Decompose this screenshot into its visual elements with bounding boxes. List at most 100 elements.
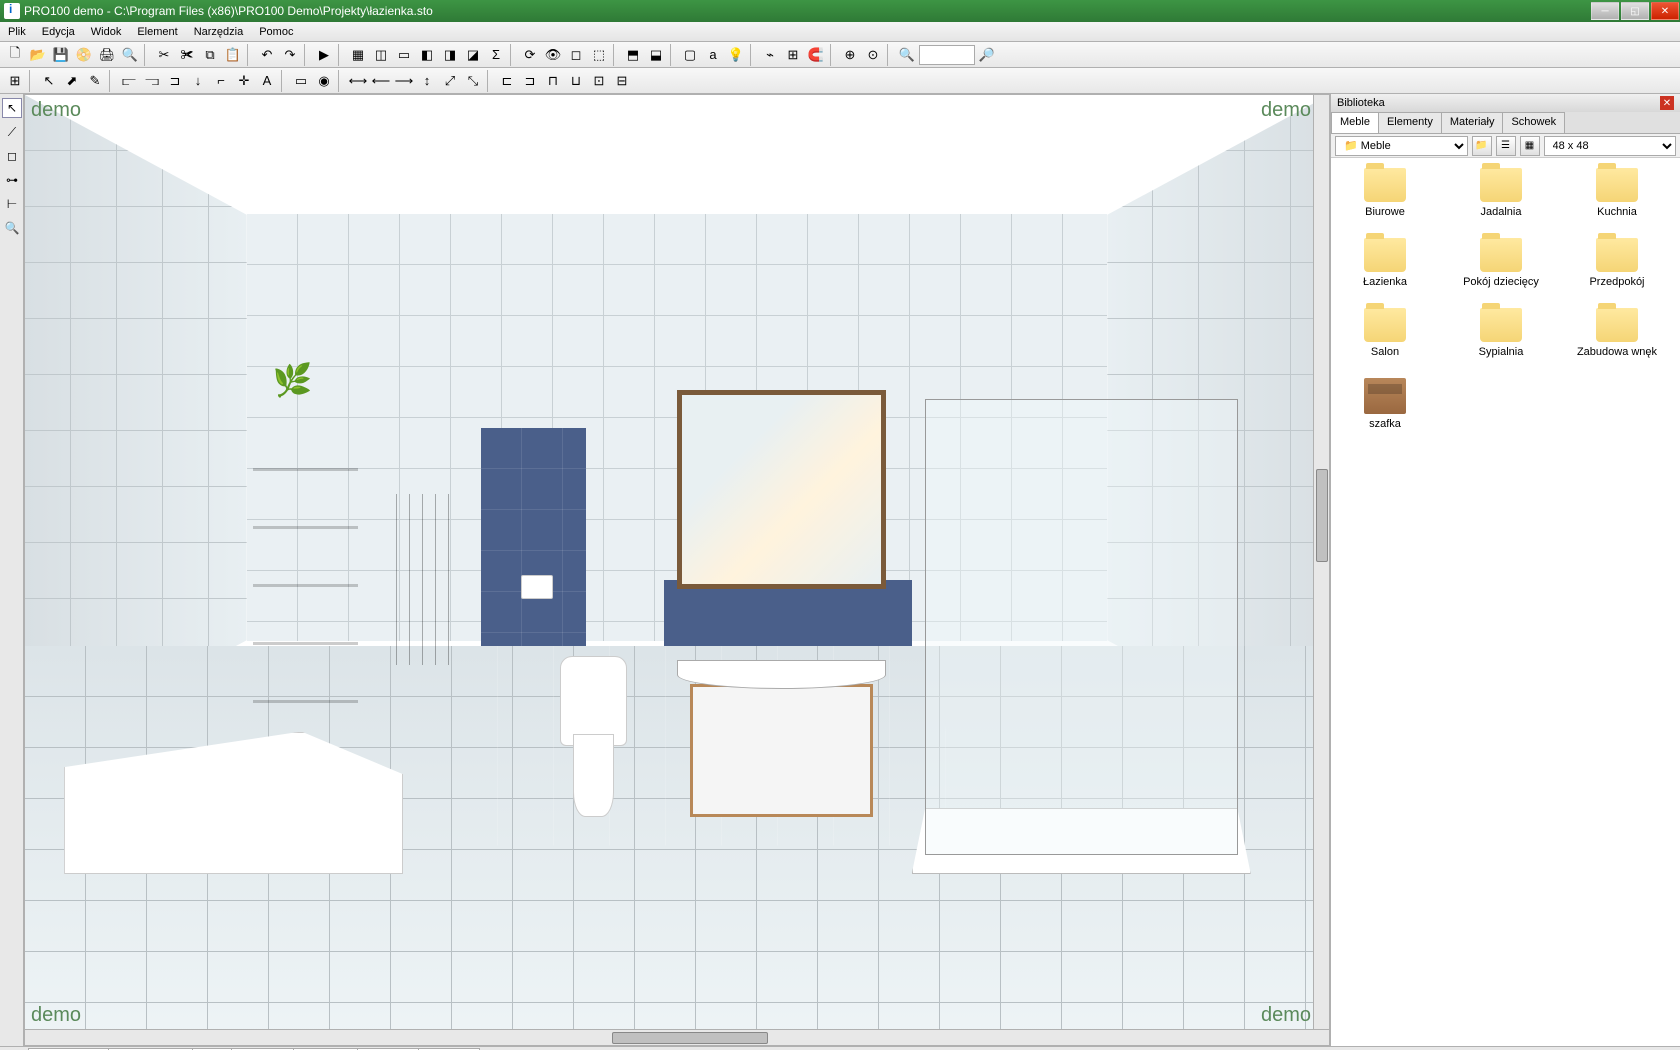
library-item-łazienka[interactable]: Łazienka [1341, 238, 1429, 288]
library-tab-meble[interactable]: Meble [1331, 112, 1379, 133]
cut-icon[interactable]: ✂ [153, 44, 175, 66]
redo-icon[interactable]: ↷ [279, 44, 301, 66]
textbox-icon[interactable]: ▢ [679, 44, 701, 66]
dim1-icon[interactable]: ⟷ [347, 70, 369, 92]
layers-icon[interactable]: ⬒ [622, 44, 644, 66]
link-icon[interactable]: ⊶ [2, 170, 22, 190]
dim3-icon[interactable]: ⟶ [393, 70, 415, 92]
group4-icon[interactable]: ⊔ [565, 70, 587, 92]
panel-left-icon[interactable]: ◧ [416, 44, 438, 66]
table-icon[interactable]: ⊞ [782, 44, 804, 66]
library-item-kuchnia[interactable]: Kuchnia [1573, 168, 1661, 218]
library-item-salon[interactable]: Salon [1341, 308, 1429, 358]
menu-pomoc[interactable]: Pomoc [251, 23, 301, 41]
corner-icon[interactable]: ⌐ [210, 70, 232, 92]
library-item-zabudowa-wnęk[interactable]: Zabudowa wnęk [1573, 308, 1661, 358]
zoom-icon[interactable]: 🔍 [2, 218, 22, 238]
zoom-in-icon[interactable]: 🔎 [976, 44, 998, 66]
library-tab-materiały[interactable]: Materiały [1441, 112, 1504, 133]
copy-icon[interactable]: ⧉ [199, 44, 221, 66]
close-button[interactable]: ✕ [1651, 2, 1679, 20]
dim4-icon[interactable]: ↕ [416, 70, 438, 92]
scissors-icon[interactable]: ✀ [176, 44, 198, 66]
panel-toggle-icon[interactable]: ◪ [462, 44, 484, 66]
library-item-jadalnia[interactable]: Jadalnia [1457, 168, 1545, 218]
pointer-icon[interactable]: ↖ [2, 98, 22, 118]
group6-icon[interactable]: ⊟ [611, 70, 633, 92]
group2-icon[interactable]: ⊐ [519, 70, 541, 92]
group1-icon[interactable]: ⊏ [496, 70, 518, 92]
layout2-icon[interactable]: ▭ [393, 44, 415, 66]
library-item-szafka[interactable]: szafka [1341, 378, 1429, 430]
group3-icon[interactable]: ⊓ [542, 70, 564, 92]
library-item-przedpokój[interactable]: Przedpokój [1573, 238, 1661, 288]
target-icon[interactable]: ⊙ [862, 44, 884, 66]
save-as-icon[interactable]: 📀 [73, 44, 95, 66]
menu-widok[interactable]: Widok [83, 23, 130, 41]
document-new-icon[interactable]: 🗋 [4, 44, 26, 66]
cube-icon[interactable]: ⬚ [588, 44, 610, 66]
minimize-button[interactable]: ─ [1591, 2, 1619, 20]
menu-plik[interactable]: Plik [0, 23, 34, 41]
folder-open-icon[interactable]: 📂 [27, 44, 49, 66]
grid-icon[interactable]: ▦ [347, 44, 369, 66]
snap-icon[interactable]: 🧲 [805, 44, 827, 66]
rect-icon[interactable]: ▭ [290, 70, 312, 92]
library-tab-elementy[interactable]: Elementy [1378, 112, 1442, 133]
paste-icon[interactable]: 📋 [222, 44, 244, 66]
ruler-icon[interactable]: ⟋ [2, 122, 22, 142]
folder-up-button[interactable]: 📁 [1472, 136, 1492, 156]
library-item-sypialnia[interactable]: Sypialnia [1457, 308, 1545, 358]
grid-snap-icon[interactable]: ⊞ [4, 70, 26, 92]
pointer-icon[interactable]: ⬈ [61, 70, 83, 92]
box-icon[interactable]: ◻ [565, 44, 587, 66]
panel-right-icon[interactable]: ◨ [439, 44, 461, 66]
edit-icon[interactable]: ✎ [84, 70, 106, 92]
menu-element[interactable]: Element [129, 23, 185, 41]
text-a-icon[interactable]: A [256, 70, 278, 92]
cursor-icon[interactable]: ↖ [38, 70, 60, 92]
align-right-icon[interactable]: ⊐ [164, 70, 186, 92]
library-tab-schowek[interactable]: Schowek [1502, 112, 1565, 133]
refresh-icon[interactable]: ⟳ [519, 44, 541, 66]
action-icon[interactable]: ▶ [313, 44, 335, 66]
dim2-icon[interactable]: ⟵ [370, 70, 392, 92]
globe-icon[interactable]: ⊕ [839, 44, 861, 66]
library-item-biurowe[interactable]: Biurowe [1341, 168, 1429, 218]
vertical-scrollbar[interactable] [1313, 95, 1329, 1029]
thumbnail-size-select[interactable]: 48 x 48 [1544, 136, 1677, 156]
plus-icon[interactable]: ✛ [233, 70, 255, 92]
dim6-icon[interactable]: ⤡ [462, 70, 484, 92]
view-grid-button[interactable]: ▦ [1520, 136, 1540, 156]
zoom-input[interactable] [919, 45, 975, 65]
align-left-icon[interactable]: ⫍ [118, 70, 140, 92]
align-center-icon[interactable]: ⫎ [141, 70, 163, 92]
library-close-button[interactable]: ✕ [1660, 96, 1674, 110]
print-preview-icon[interactable]: 🔍 [119, 44, 141, 66]
view-list-button[interactable]: ☰ [1496, 136, 1516, 156]
chart-icon[interactable]: ⌁ [759, 44, 781, 66]
undo-icon[interactable]: ↶ [256, 44, 278, 66]
layers2-icon[interactable]: ⬓ [645, 44, 667, 66]
box-icon[interactable]: ◻ [2, 146, 22, 166]
segment-icon[interactable]: ⊢ [2, 194, 22, 214]
library-path-select[interactable]: 📁 Meble [1335, 136, 1468, 156]
save-icon[interactable]: 💾 [50, 44, 72, 66]
text-icon[interactable]: a [702, 44, 724, 66]
zoom-out-icon[interactable]: 🔍 [896, 44, 918, 66]
horizontal-scrollbar[interactable] [25, 1029, 1329, 1045]
group5-icon[interactable]: ⊡ [588, 70, 610, 92]
maximize-button[interactable]: ◱ [1621, 2, 1649, 20]
menu-edycja[interactable]: Edycja [34, 23, 83, 41]
sigma-icon[interactable]: Σ [485, 44, 507, 66]
view-icon[interactable]: 👁 [542, 44, 564, 66]
print-icon[interactable]: 🖨 [96, 44, 118, 66]
library-item-pokój-dziecięcy[interactable]: Pokój dziecięcy [1457, 238, 1545, 288]
viewport-3d[interactable]: demo demo demo demo [24, 94, 1330, 1046]
dim5-icon[interactable]: ⤢ [439, 70, 461, 92]
menu-narzędzia[interactable]: Narzędzia [186, 23, 252, 41]
bulb-icon[interactable]: 💡 [725, 44, 747, 66]
target2-icon[interactable]: ◉ [313, 70, 335, 92]
arrow-down-icon[interactable]: ↓ [187, 70, 209, 92]
window-layout-icon[interactable]: ◫ [370, 44, 392, 66]
